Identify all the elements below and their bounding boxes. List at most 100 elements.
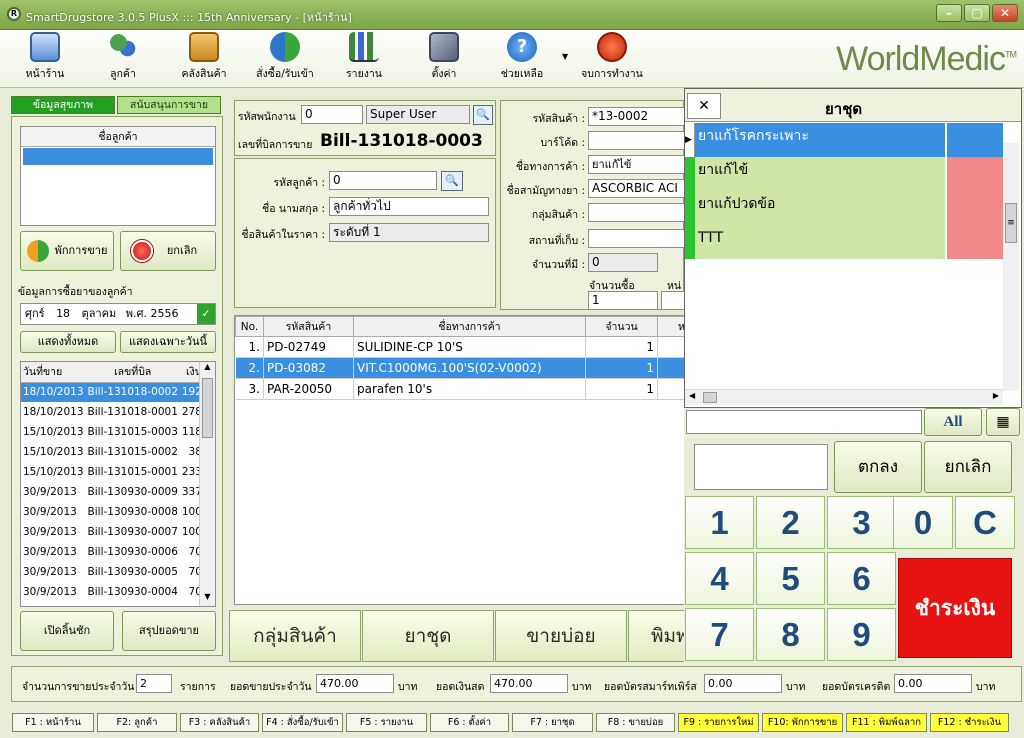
key-6[interactable]: 6 [827,552,896,605]
category-frequent-button[interactable]: ขายบ่อย [495,610,627,662]
customer-search-icon[interactable]: 🔍 [441,171,463,191]
history-row[interactable]: 30/9/2013 Bill-130930-0008 100 [21,502,204,522]
keypad-cancel-button[interactable]: ยกเลิก [924,441,1012,493]
unit-field[interactable] [661,291,685,310]
key-5[interactable]: 5 [756,552,825,605]
fkey-1[interactable]: F1 : หน้าร้าน [12,713,94,732]
history-row[interactable]: 15/10/2013 Bill-131015-0003 118 [21,422,204,442]
search-icon[interactable]: 🔍 [473,105,493,125]
tab-health-info[interactable]: ข้อมูลสุขภาพ [11,96,115,114]
history-scrollbar[interactable]: ▲ ▼ [199,362,215,606]
scroll-up-icon[interactable]: ▲ [200,362,215,376]
key-1[interactable]: 1 [685,496,754,549]
history-row[interactable]: 15/10/2013 Bill-131015-0001 233 [21,462,204,482]
drug-set-row[interactable]: ยาแก้ปวดข้อ [685,191,1003,225]
key-4[interactable]: 4 [685,552,754,605]
popup-vscrollbar[interactable]: ≡ [1003,143,1019,391]
item-row[interactable]: 2. PD-03082 VIT.C1000MG.100'S(02-V0002) 1 [235,357,685,379]
toolbar-settings[interactable]: ตั้งค่า [424,32,464,82]
pay-button[interactable]: ชำระเงิน [898,558,1012,658]
history-table[interactable]: วันที่ขาย เลขที่บิล เงิน 18/10/2013 Bill-… [20,361,216,607]
history-row[interactable]: 30/9/2013 Bill-130930-0005 70 [21,562,204,582]
trade-name-field[interactable]: ยาแก้ไข้ [588,155,685,174]
barcode-field[interactable] [588,131,685,150]
qty-field[interactable]: 1 [588,291,658,310]
toolbar-help[interactable]: ? ช่วยเหลือ [498,32,546,82]
scroll-thumb[interactable] [202,378,213,438]
fkey-5[interactable]: F5 : รายงาน [346,713,427,732]
generic-name-field[interactable]: ASCORBIC ACI [588,179,685,198]
date-picker[interactable]: ศุกร์ 18 ตุลาคม พ.ศ. 2556 ✓ [20,303,216,325]
fkey-12[interactable]: F12 : ชำระเงิน [930,713,1009,732]
history-row[interactable]: 30/9/2013 Bill-130930-0009 337 [21,482,204,502]
key-0[interactable]: 0 [893,496,953,549]
key-2[interactable]: 2 [756,496,825,549]
category-set-button[interactable]: ยาชุด [362,610,494,662]
group-field[interactable] [588,203,685,222]
scroll-down-icon[interactable]: ▼ [200,592,215,606]
hold-sale-button[interactable]: พักการขาย [20,231,114,271]
scroll-right-icon[interactable]: ▶ [993,391,999,400]
category-group-button[interactable]: กลุ่มสินค้า [229,610,361,662]
key-8[interactable]: 8 [756,608,825,661]
minimize-button[interactable]: – [936,4,962,22]
scroll-left-icon[interactable]: ◀ [689,391,695,400]
history-row[interactable]: 18/10/2013 Bill-131018-0002 192 [21,382,204,402]
fkey-7[interactable]: F7 : ยาชุด [512,713,593,732]
fkey-8[interactable]: F8 : ขายบ่อย [596,713,675,732]
history-row[interactable]: 30/9/2013 Bill-130930-0006 70 [21,542,204,562]
customer-list[interactable]: ชื่อลูกค้า [20,126,216,226]
hscroll-thumb[interactable] [703,392,717,403]
drug-set-row[interactable]: ▶ ยาแก้โรคกระเพาะ [685,123,1003,157]
item-row[interactable]: 3. PAR-20050 parafen 10's 1 [235,378,685,400]
fkey-2[interactable]: F2: ลูกค้า [97,713,177,732]
popup-hscrollbar[interactable]: ◀ ▶ [685,389,1003,405]
drug-set-row[interactable]: TTT [685,225,1003,259]
emp-code-field[interactable]: 0 [301,105,363,124]
all-button[interactable]: All [924,408,982,436]
toolbar-exit[interactable]: จบการทำงาน [578,32,646,82]
tab-sales-support[interactable]: สนับสนุนการขาย [117,96,221,114]
close-icon[interactable]: ✕ [687,93,721,119]
history-row[interactable]: 30/9/2013 Bill-130930-0004 70 [21,582,204,602]
fkey-9[interactable]: F9 : รายการใหม่ [678,713,759,732]
chevron-down-icon[interactable]: ✓ [197,304,215,324]
scroll-thumb[interactable]: ≡ [1005,203,1017,243]
item-row[interactable]: 1. PD-02749 SULIDINE-CP 10'S 1 [235,336,685,358]
open-drawer-button[interactable]: เปิดลิ้นชัก [20,611,114,651]
drug-set-row[interactable]: ยาแก้ไข้ [685,157,1003,191]
cust-code-field[interactable]: 0 [329,171,437,190]
fkey-4[interactable]: F4 : สั่งซื้อ/รับเข้า [262,713,343,732]
items-table[interactable]: No. รหัสสินค้า ชื่อทางการค้า จำนวน ห 1. P… [234,315,686,605]
location-field[interactable] [588,229,685,248]
maximize-button[interactable]: ▢ [964,4,990,22]
fkey-11[interactable]: F11 : พิมพ์ฉลาก [846,713,927,732]
toolbar-reports[interactable]: รายงาน [344,32,384,82]
fkey-6[interactable]: F6 : ตั้งค่า [430,713,509,732]
close-window-button[interactable]: ✕ [992,4,1018,22]
history-row[interactable]: 30/9/2013 Bill-130930-0007 100 [21,522,204,542]
help-dropdown-icon[interactable]: ▼ [562,52,568,61]
toolbar-inventory[interactable]: คลังสินค้า [178,32,230,82]
key-3[interactable]: 3 [827,496,896,549]
customer-list-selected-row[interactable] [23,148,213,165]
history-row[interactable]: 18/10/2013 Bill-131018-0001 278 [21,402,204,422]
toolbar-customers[interactable]: ลูกค้า [98,32,148,82]
show-today-button[interactable]: แสดงเฉพาะวันนี้ [120,331,216,353]
fkey-3[interactable]: F3 : คลังสินค้า [180,713,259,732]
category-print-button[interactable]: พิมพ [628,610,686,662]
fkey-10[interactable]: F10: พักการขาย [762,713,843,732]
calculator-icon[interactable]: ▦ [986,408,1020,436]
sales-summary-button[interactable]: สรุปยอดขาย [122,611,216,651]
ok-button[interactable]: ตกลง [834,441,922,493]
key-9[interactable]: 9 [827,608,896,661]
key-clear[interactable]: C [955,496,1015,549]
history-row[interactable]: 15/10/2013 Bill-131015-0002 38 [21,442,204,462]
set-search-input[interactable] [686,410,922,434]
key-7[interactable]: 7 [685,608,754,661]
show-all-button[interactable]: แสดงทั้งหมด [20,331,116,353]
toolbar-storefront[interactable]: หน้าร้าน [22,32,68,82]
toolbar-purchase[interactable]: สั่งซื้อ/รับเข้า [252,32,318,82]
cancel-sale-button[interactable]: ยกเลิก [120,231,216,271]
keypad-display[interactable] [694,444,828,490]
